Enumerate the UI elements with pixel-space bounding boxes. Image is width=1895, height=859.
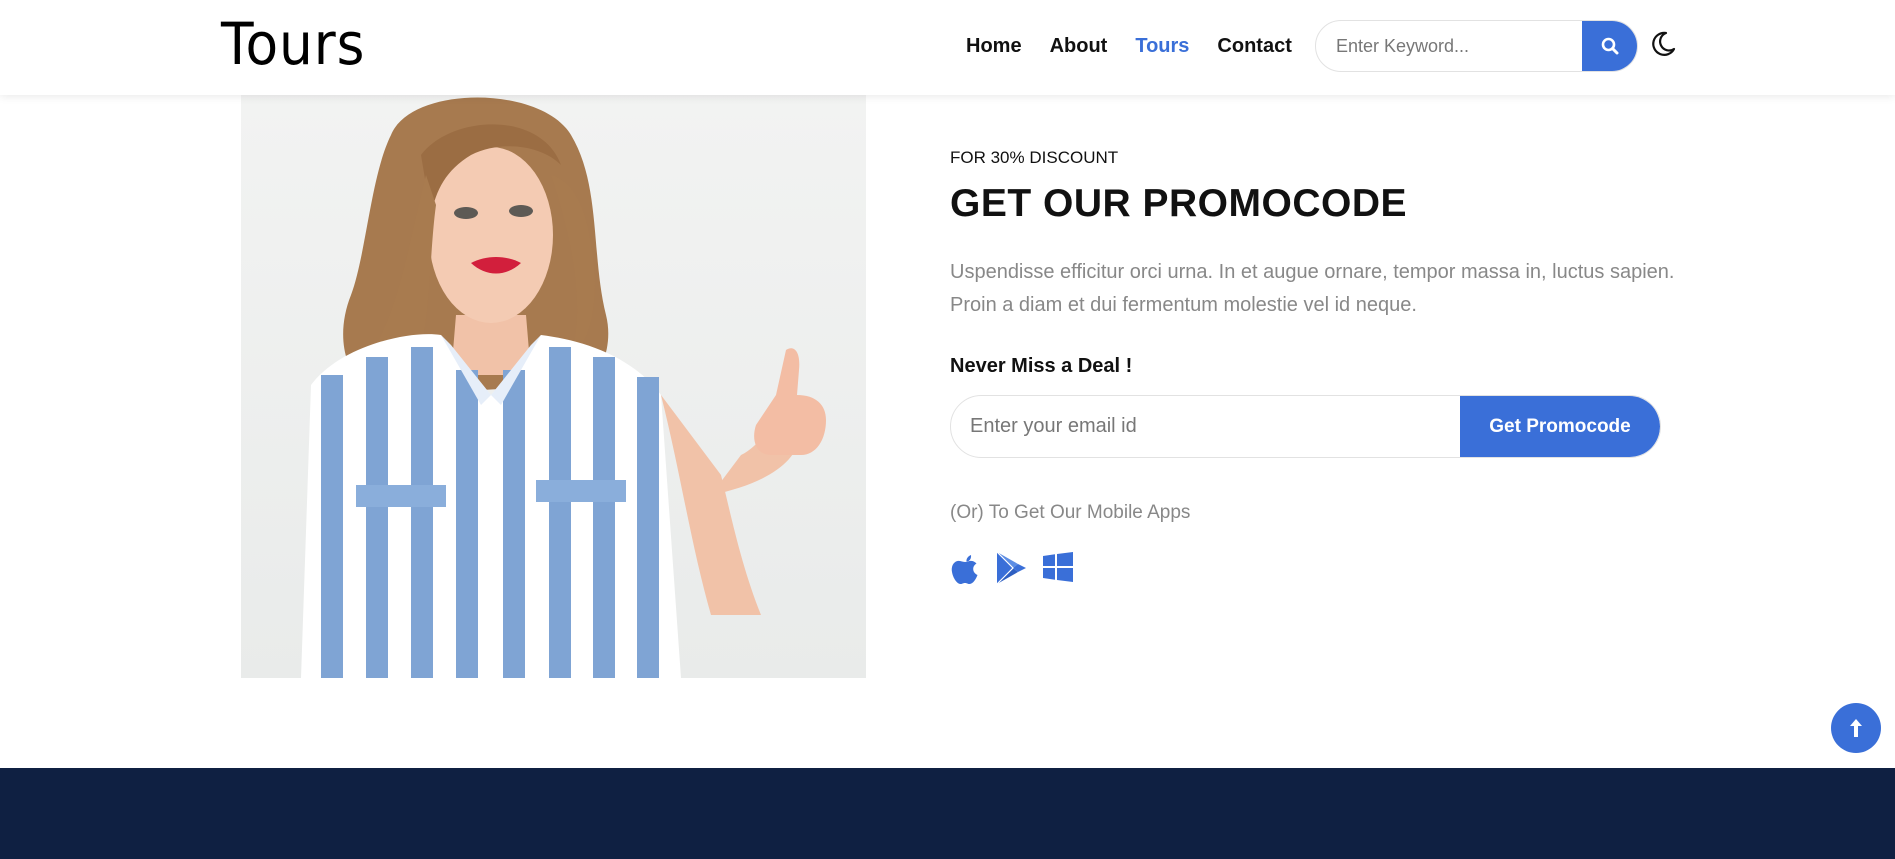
arrow-up-icon: [1850, 719, 1862, 737]
moon-icon[interactable]: [1649, 30, 1677, 58]
promo-title: GET OUR PROMOCODE: [950, 182, 1408, 225]
promo-photo: [241, 95, 866, 678]
windows-icon[interactable]: [1042, 551, 1074, 590]
email-input[interactable]: [951, 396, 1461, 457]
deal-heading: Never Miss a Deal !: [950, 355, 1133, 377]
google-play-icon[interactable]: [994, 551, 1028, 590]
apple-icon[interactable]: [950, 551, 980, 590]
site-header: Tours Home About Tours Contact: [0, 0, 1895, 95]
nav-tours[interactable]: Tours: [1135, 34, 1189, 58]
woman-thumbs-up-image: [301, 97, 826, 678]
promo-description: Uspendisse efficitur orci urna. In et au…: [950, 261, 1675, 316]
nav-contact[interactable]: Contact: [1217, 34, 1291, 58]
back-to-top-button[interactable]: [1831, 703, 1881, 753]
search-icon: [1601, 37, 1618, 55]
email-form: Get Promocode: [950, 395, 1661, 458]
main-nav: Home About Tours Contact: [966, 34, 1320, 58]
site-logo[interactable]: Tours: [221, 10, 365, 78]
search-input[interactable]: [1316, 21, 1584, 71]
site-footer: [0, 768, 1895, 859]
search-bar: [1315, 20, 1638, 72]
get-promocode-button[interactable]: Get Promocode: [1460, 396, 1660, 457]
nav-home[interactable]: Home: [966, 34, 1022, 58]
promo-eyebrow: FOR 30% DISCOUNT: [950, 148, 1119, 167]
app-store-links: [950, 551, 1088, 590]
mobile-apps-text: (Or) To Get Our Mobile Apps: [950, 502, 1191, 523]
search-button[interactable]: [1582, 21, 1637, 71]
nav-about[interactable]: About: [1050, 34, 1108, 58]
